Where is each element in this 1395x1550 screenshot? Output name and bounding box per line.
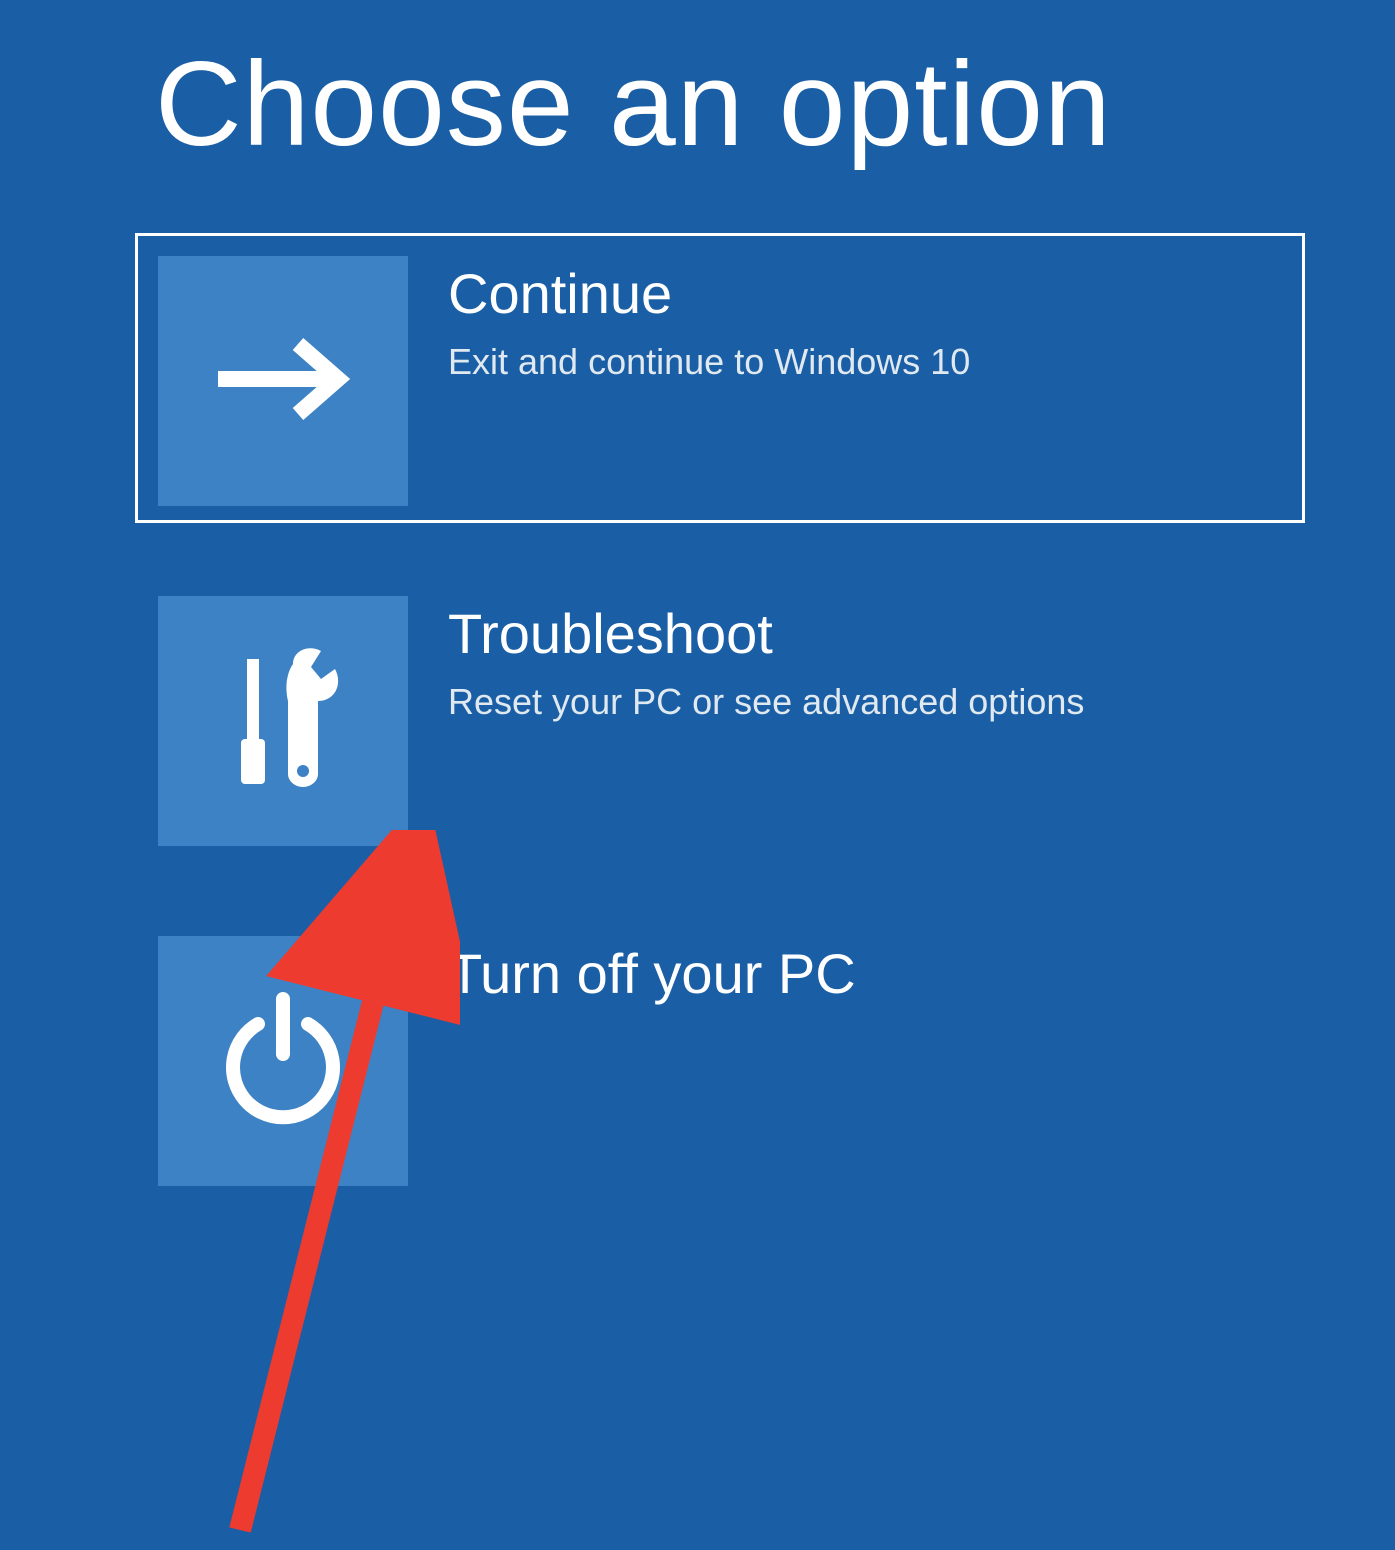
tools-icon — [213, 639, 353, 804]
option-continue-text: Continue Exit and continue to Windows 10 — [408, 256, 970, 383]
option-troubleshoot-text: Troubleshoot Reset your PC or see advanc… — [408, 596, 1084, 723]
option-continue-desc: Exit and continue to Windows 10 — [448, 341, 970, 383]
continue-icon-box — [158, 256, 408, 506]
turnoff-icon-box — [158, 936, 408, 1186]
power-icon — [208, 984, 358, 1139]
option-turnoff[interactable]: Turn off your PC — [135, 913, 1305, 1203]
option-turnoff-text: Turn off your PC — [408, 936, 856, 1021]
option-turnoff-title: Turn off your PC — [448, 941, 856, 1006]
option-troubleshoot-title: Troubleshoot — [448, 601, 1084, 666]
options-list: Continue Exit and continue to Windows 10 — [0, 173, 1395, 1203]
page-title: Choose an option — [0, 0, 1395, 173]
arrow-right-icon — [208, 329, 358, 434]
option-troubleshoot-desc: Reset your PC or see advanced options — [448, 681, 1084, 723]
option-continue[interactable]: Continue Exit and continue to Windows 10 — [135, 233, 1305, 523]
troubleshoot-icon-box — [158, 596, 408, 846]
option-continue-title: Continue — [448, 261, 970, 326]
option-troubleshoot[interactable]: Troubleshoot Reset your PC or see advanc… — [135, 573, 1305, 863]
